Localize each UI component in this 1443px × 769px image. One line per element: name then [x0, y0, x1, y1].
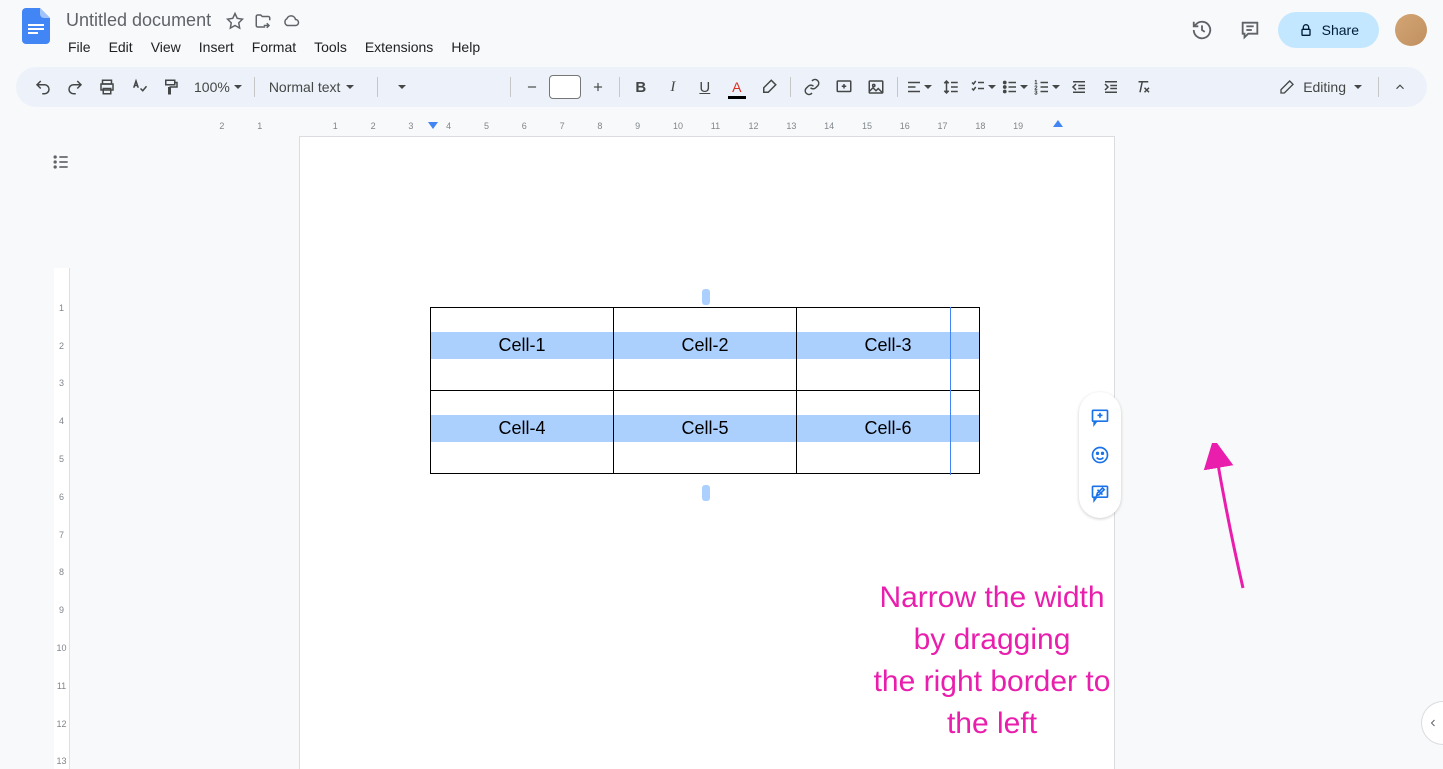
toolbar: 100% Normal text B I U A 123 Editing — [16, 67, 1427, 107]
menu-format[interactable]: Format — [244, 35, 304, 59]
underline-button[interactable]: U — [690, 72, 720, 102]
table-row[interactable]: Cell-4 Cell-5 Cell-6 — [431, 391, 980, 474]
menu-file[interactable]: File — [60, 35, 99, 59]
right-indent-marker[interactable] — [1053, 120, 1063, 127]
italic-button[interactable]: I — [658, 72, 688, 102]
history-icon[interactable] — [1182, 10, 1222, 50]
menu-edit[interactable]: Edit — [101, 35, 141, 59]
emoji-pill[interactable] — [1083, 438, 1117, 472]
table-cell[interactable]: Cell-2 — [614, 308, 797, 391]
highlight-button[interactable] — [754, 72, 784, 102]
table-cell[interactable]: Cell-6 — [797, 391, 980, 474]
numbered-list-button[interactable]: 123 — [1032, 72, 1062, 102]
table[interactable]: Cell-1 Cell-2 Cell-3 Cell-4 Cell-5 Cell-… — [430, 307, 980, 474]
cell-text: Cell-2 — [614, 332, 796, 359]
cell-text: Cell-1 — [431, 332, 613, 359]
cloud-icon[interactable] — [281, 11, 301, 31]
spellcheck-button[interactable] — [124, 72, 154, 102]
comment-icon[interactable] — [1230, 10, 1270, 50]
cell-text: Cell-3 — [797, 332, 979, 359]
table-cell[interactable]: Cell-5 — [614, 391, 797, 474]
menu-help[interactable]: Help — [443, 35, 488, 59]
fontsize-decrease[interactable] — [517, 72, 547, 102]
table-row[interactable]: Cell-1 Cell-2 Cell-3 — [431, 308, 980, 391]
outline-button[interactable] — [45, 146, 77, 178]
fontsize-increase[interactable] — [583, 72, 613, 102]
title-area: Untitled document File Edit View Insert … — [60, 6, 1182, 59]
menu-extensions[interactable]: Extensions — [357, 35, 441, 59]
vertical-ruler[interactable]: 12345678910111213141516 — [54, 268, 70, 769]
avatar[interactable] — [1395, 14, 1427, 46]
align-button[interactable] — [904, 72, 934, 102]
suggest-pill[interactable] — [1083, 476, 1117, 510]
bold-button[interactable]: B — [626, 72, 656, 102]
undo-button[interactable] — [28, 72, 58, 102]
font-select[interactable] — [384, 81, 504, 93]
add-comment-button[interactable] — [829, 72, 859, 102]
share-label: Share — [1322, 22, 1359, 38]
left-indent-marker[interactable] — [428, 122, 438, 129]
docs-logo[interactable] — [16, 6, 56, 46]
menu-bar: File Edit View Insert Format Tools Exten… — [60, 33, 1182, 59]
annotation-line1: Narrow the width by dragging — [870, 577, 1114, 661]
row-add-handle-bottom[interactable] — [702, 485, 710, 501]
canvas: 12345678910111213141516 Cell-1 Cell-2 Ce… — [35, 134, 1425, 769]
menu-view[interactable]: View — [143, 35, 189, 59]
indent-increase-button[interactable] — [1096, 72, 1126, 102]
paint-format-button[interactable] — [156, 72, 186, 102]
pencil-icon — [1279, 79, 1295, 95]
side-toolbar — [1079, 392, 1121, 518]
add-comment-pill[interactable] — [1083, 400, 1117, 434]
redo-button[interactable] — [60, 72, 90, 102]
horizontal-ruler[interactable]: 2112345678910111213141516171819 — [35, 118, 1425, 134]
style-select[interactable]: Normal text — [261, 75, 371, 99]
star-icon[interactable] — [225, 11, 245, 31]
cell-text: Cell-6 — [797, 415, 979, 442]
clear-format-button[interactable] — [1128, 72, 1158, 102]
table-cell[interactable]: Cell-3 — [797, 308, 980, 391]
cell-text: Cell-4 — [431, 415, 613, 442]
checklist-button[interactable] — [968, 72, 998, 102]
collapse-toolbar-button[interactable] — [1385, 72, 1415, 102]
annotation-line2: the right border to the left — [870, 661, 1114, 745]
svg-text:3: 3 — [1035, 91, 1038, 97]
move-icon[interactable] — [253, 11, 273, 31]
indent-decrease-button[interactable] — [1064, 72, 1094, 102]
bullet-list-button[interactable] — [1000, 72, 1030, 102]
text-color-button[interactable]: A — [722, 72, 752, 102]
table-cell[interactable]: Cell-4 — [431, 391, 614, 474]
menu-tools[interactable]: Tools — [306, 35, 355, 59]
image-button[interactable] — [861, 72, 891, 102]
cell-text: Cell-5 — [614, 415, 796, 442]
row-add-handle-top[interactable] — [702, 289, 710, 305]
line-spacing-button[interactable] — [936, 72, 966, 102]
print-button[interactable] — [92, 72, 122, 102]
menu-insert[interactable]: Insert — [191, 35, 242, 59]
header: Untitled document File Edit View Insert … — [0, 0, 1443, 59]
table-cell[interactable]: Cell-1 — [431, 308, 614, 391]
zoom-select[interactable]: 100% — [188, 75, 248, 99]
annotation: Narrow the width by dragging the right b… — [870, 577, 1114, 745]
fontsize-input[interactable] — [549, 75, 581, 99]
editing-mode-button[interactable]: Editing — [1269, 75, 1372, 99]
page[interactable]: Cell-1 Cell-2 Cell-3 Cell-4 Cell-5 Cell-… — [299, 136, 1115, 769]
lock-icon — [1298, 22, 1314, 38]
column-drag-guide[interactable] — [950, 307, 951, 475]
share-button[interactable]: Share — [1278, 12, 1379, 48]
document-title[interactable]: Untitled document — [60, 8, 217, 33]
link-button[interactable] — [797, 72, 827, 102]
